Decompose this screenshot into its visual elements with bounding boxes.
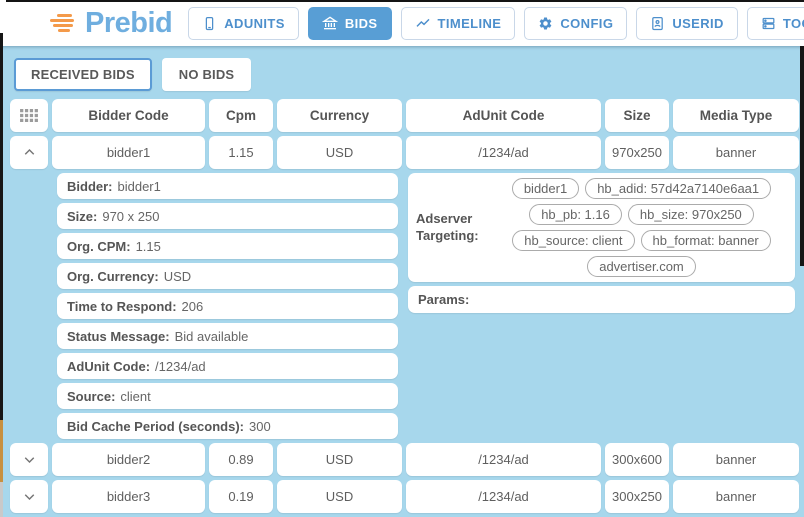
screenshot-top-edge (6, 0, 804, 2)
bid-details-panel: Bidder:bidder1 Size:970 x 250 Org. CPM:1… (57, 173, 799, 439)
nav-label: CONFIG (560, 16, 613, 31)
params-card: Params: (408, 286, 795, 313)
chevron-down-icon (21, 451, 38, 468)
collapse-row-button[interactable] (10, 136, 48, 169)
screenshot-left-edge (0, 33, 3, 420)
detail-status-message: Status Message:Bid available (57, 323, 398, 349)
detail-org-currency: Org. Currency:USD (57, 263, 398, 289)
column-size: Size (605, 99, 669, 132)
adserver-targeting-card: Adserver Targeting: bidder1 hb_adid: 57d… (408, 173, 795, 282)
targeting-chip: hb_format: banner (641, 230, 771, 251)
timeline-icon (415, 15, 431, 31)
nav-adunits-button[interactable]: ADUNITS (188, 7, 299, 40)
media-type-cell: banner (673, 136, 799, 169)
nav-timeline-button[interactable]: TIMELINE (401, 7, 516, 40)
targeting-chip: bidder1 (512, 178, 579, 199)
targeting-chip: hb_size: 970x250 (628, 204, 754, 225)
bidder-code-cell: bidder2 (52, 443, 205, 476)
chevron-up-icon (21, 144, 38, 161)
detail-adunit-code: AdUnit Code:/1234/ad (57, 353, 398, 379)
targeting-chip: hb_source: client (512, 230, 634, 251)
nav-label: TIMELINE (438, 16, 502, 31)
bids-icon (322, 15, 338, 31)
detail-org-cpm: Org. CPM:1.15 (57, 233, 398, 259)
grid-handle-icon-cell (10, 99, 48, 132)
adserver-targeting-label: Adserver Targeting: (416, 211, 492, 245)
bidder-code-cell: bidder1 (52, 136, 205, 169)
professor-prebid-popup: Prebid ADUNITS BIDS TIMELINE (0, 0, 804, 513)
detail-bidder: Bidder:bidder1 (57, 173, 398, 199)
column-media-type: Media Type (673, 99, 799, 132)
column-currency: Currency (277, 99, 402, 132)
targeting-chips: bidder1 hb_adid: 57d42a7140e6aa1 hb_pb: … (496, 178, 787, 277)
nav-userid-button[interactable]: USERID (636, 7, 738, 40)
brand: Prebid (50, 7, 172, 40)
adunit-code-cell: /1234/ad (406, 480, 601, 513)
targeting-chip: advertiser.com (587, 256, 696, 277)
adunit-code-cell: /1234/ad (406, 136, 601, 169)
screenshot-left-edge-ad (0, 420, 3, 482)
brand-name: Prebid (85, 7, 172, 40)
size-cell: 970x250 (605, 136, 669, 169)
currency-cell: USD (277, 136, 402, 169)
chevron-down-icon (21, 488, 38, 505)
screenshot-left-edge-gray (0, 482, 3, 517)
column-cpm: Cpm (209, 99, 273, 132)
nav-label: BIDS (345, 16, 378, 31)
cpm-cell: 0.19 (209, 480, 273, 513)
targeting-chip: hb_pb: 1.16 (529, 204, 622, 225)
detail-source: Source:client (57, 383, 398, 409)
column-bidder-code: Bidder Code (52, 99, 205, 132)
bid-detail-right-column: Adserver Targeting: bidder1 hb_adid: 57d… (408, 173, 795, 313)
tab-no-bids[interactable]: NO BIDS (162, 58, 252, 91)
cpm-cell: 1.15 (209, 136, 273, 169)
adunits-icon (202, 16, 217, 31)
grid-icon (20, 109, 38, 122)
cpm-cell: 0.89 (209, 443, 273, 476)
nav-label: ADUNITS (224, 16, 285, 31)
nav-label: TOOLS (783, 16, 804, 31)
size-cell: 300x250 (605, 480, 669, 513)
size-cell: 300x600 (605, 443, 669, 476)
media-type-cell: banner (673, 480, 799, 513)
bids-table: Bidder Code Cpm Currency AdUnit Code Siz… (0, 99, 804, 513)
adunit-code-cell: /1234/ad (406, 443, 601, 476)
nav-bids-button[interactable]: BIDS (308, 7, 392, 40)
bid-detail-fields: Bidder:bidder1 Size:970 x 250 Org. CPM:1… (57, 173, 398, 439)
main-nav: ADUNITS BIDS TIMELINE CONFIG (188, 7, 804, 40)
nav-tools-button[interactable]: TOOLS (747, 7, 804, 40)
nav-label: USERID (672, 16, 724, 31)
bids-tabs: RECEIVED BIDS NO BIDS (0, 46, 804, 99)
bidder-code-cell: bidder3 (52, 480, 205, 513)
userid-icon (650, 16, 665, 31)
nav-config-button[interactable]: CONFIG (524, 7, 627, 40)
column-adunit-code: AdUnit Code (406, 99, 601, 132)
expand-row-button[interactable] (10, 443, 48, 476)
expand-row-button[interactable] (10, 480, 48, 513)
prebid-logo-icon (50, 14, 76, 32)
tools-icon (761, 16, 776, 31)
screenshot-right-edge (800, 46, 804, 266)
targeting-chip: hb_adid: 57d42a7140e6aa1 (585, 178, 771, 199)
currency-cell: USD (277, 443, 402, 476)
tab-received-bids[interactable]: RECEIVED BIDS (14, 58, 152, 91)
media-type-cell: banner (673, 443, 799, 476)
header: Prebid ADUNITS BIDS TIMELINE (0, 0, 804, 46)
detail-time-to-respond: Time to Respond:206 (57, 293, 398, 319)
params-label: Params: (418, 292, 469, 307)
currency-cell: USD (277, 480, 402, 513)
detail-bid-cache-period: Bid Cache Period (seconds):300 (57, 413, 398, 439)
config-icon (538, 16, 553, 31)
detail-size: Size:970 x 250 (57, 203, 398, 229)
